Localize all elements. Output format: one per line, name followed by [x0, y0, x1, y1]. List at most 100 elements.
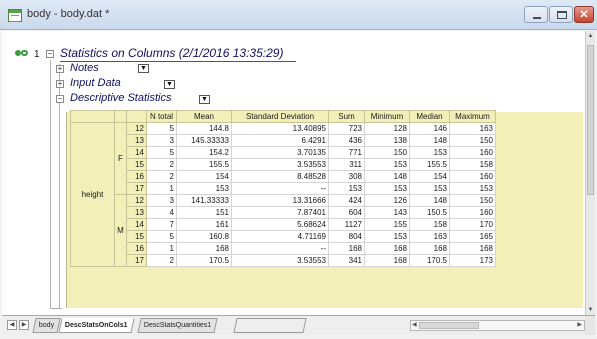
- table-cell[interactable]: 168: [328, 242, 365, 255]
- horizontal-scrollbar[interactable]: ◀ ▶: [410, 320, 585, 331]
- table-cell[interactable]: 160: [449, 146, 496, 159]
- table-cell[interactable]: 148: [409, 134, 450, 147]
- table-cell[interactable]: 160.8: [176, 230, 232, 243]
- sheet-tab-descstatsquantities1[interactable]: DescStatsQuantities1: [137, 318, 218, 333]
- column-header[interactable]: Sum: [328, 110, 365, 123]
- minimize-button[interactable]: [524, 6, 548, 23]
- collapse-box-icon[interactable]: −: [56, 95, 64, 103]
- table-cell[interactable]: 154: [409, 170, 450, 183]
- table-cell[interactable]: 723: [328, 122, 365, 135]
- table-cell[interactable]: 143: [364, 206, 410, 219]
- table-cell[interactable]: 3: [146, 194, 177, 207]
- table-cell[interactable]: 144.8: [176, 122, 232, 135]
- table-cell[interactable]: 141.33333: [176, 194, 232, 207]
- table-cell[interactable]: 3.53553: [231, 254, 329, 267]
- scroll-arrow-icon[interactable]: ▶: [19, 320, 29, 330]
- scroll-left-arrow-icon[interactable]: ◀: [412, 321, 417, 328]
- column-header[interactable]: Maximum: [449, 110, 496, 123]
- sheet-tab-body[interactable]: body: [32, 318, 61, 333]
- table-cell[interactable]: 148: [364, 170, 410, 183]
- table-cell[interactable]: 3: [146, 134, 177, 147]
- table-cell[interactable]: 5: [146, 146, 177, 159]
- table-cell[interactable]: 128: [364, 122, 410, 135]
- table-cell[interactable]: 311: [328, 158, 365, 171]
- notes-node[interactable]: Notes: [70, 62, 99, 74]
- table-cell[interactable]: 3.53553: [231, 158, 329, 171]
- table-cell[interactable]: 170: [449, 218, 496, 231]
- table-cell[interactable]: 7: [146, 218, 177, 231]
- table-cell[interactable]: 153: [409, 182, 450, 195]
- table-cell[interactable]: 138: [364, 134, 410, 147]
- table-cell[interactable]: 168: [364, 254, 410, 267]
- expand-box-icon[interactable]: +: [56, 65, 64, 73]
- table-cell[interactable]: 771: [328, 146, 365, 159]
- table-cell[interactable]: 160: [449, 206, 496, 219]
- scroll-right-arrow-icon[interactable]: ▶: [577, 321, 582, 328]
- dropdown-arrow-icon[interactable]: ▼: [164, 80, 175, 89]
- table-cell[interactable]: 153: [449, 182, 496, 195]
- horizontal-scroll-thumb[interactable]: [419, 322, 479, 329]
- table-cell[interactable]: 126: [364, 194, 410, 207]
- table-cell[interactable]: 13.40895: [231, 122, 329, 135]
- scroll-up-arrow-icon[interactable]: ▲: [586, 31, 595, 41]
- table-cell[interactable]: 153: [364, 230, 410, 243]
- table-cell[interactable]: 13.31666: [231, 194, 329, 207]
- table-cell[interactable]: 3.70135: [231, 146, 329, 159]
- table-cell[interactable]: 158: [409, 218, 450, 231]
- table-cell[interactable]: 7.87401: [231, 206, 329, 219]
- table-cell[interactable]: 5: [146, 230, 177, 243]
- table-cell[interactable]: 168: [409, 242, 450, 255]
- table-cell[interactable]: 153: [328, 182, 365, 195]
- report-title[interactable]: Statistics on Columns (2/1/2016 13:35:29…: [60, 46, 283, 60]
- table-cell[interactable]: 153: [364, 182, 410, 195]
- descriptive-statistics-node[interactable]: Descriptive Statistics: [70, 92, 171, 104]
- vertical-scrollbar[interactable]: ▲ ▼: [585, 31, 595, 315]
- table-cell[interactable]: 2: [146, 170, 177, 183]
- close-button[interactable]: ✕: [574, 6, 594, 23]
- table-cell[interactable]: 163: [409, 230, 450, 243]
- table-cell[interactable]: 170.5: [409, 254, 450, 267]
- table-cell[interactable]: 168: [449, 242, 496, 255]
- table-cell[interactable]: 6.4291: [231, 134, 329, 147]
- table-cell[interactable]: --: [231, 242, 329, 255]
- table-cell[interactable]: 5: [146, 122, 177, 135]
- sheet-tab-descstatsoncols1[interactable]: DescStatsOnCols1: [58, 318, 135, 333]
- table-cell[interactable]: 146: [409, 122, 450, 135]
- collapse-box-icon[interactable]: −: [46, 50, 54, 58]
- table-cell[interactable]: 2: [146, 254, 177, 267]
- table-cell[interactable]: 150.5: [409, 206, 450, 219]
- table-cell[interactable]: 2: [146, 158, 177, 171]
- table-cell[interactable]: 165: [449, 230, 496, 243]
- table-cell[interactable]: 424: [328, 194, 365, 207]
- dropdown-arrow-icon[interactable]: ▼: [199, 95, 210, 104]
- table-cell[interactable]: 155.5: [409, 158, 450, 171]
- vertical-scroll-thumb[interactable]: [587, 45, 594, 195]
- table-cell[interactable]: 604: [328, 206, 365, 219]
- table-cell[interactable]: 148: [409, 194, 450, 207]
- table-cell[interactable]: 155: [364, 218, 410, 231]
- table-cell[interactable]: 154.2: [176, 146, 232, 159]
- table-cell[interactable]: 155.5: [176, 158, 232, 171]
- table-cell[interactable]: 173: [449, 254, 496, 267]
- table-cell[interactable]: 163: [449, 122, 496, 135]
- table-cell[interactable]: 168: [364, 242, 410, 255]
- column-header[interactable]: Median: [409, 110, 450, 123]
- table-cell[interactable]: 150: [449, 134, 496, 147]
- table-cell[interactable]: 1127: [328, 218, 365, 231]
- table-cell[interactable]: 5.68624: [231, 218, 329, 231]
- table-cell[interactable]: 150: [364, 146, 410, 159]
- scroll-arrow-icon[interactable]: ◀: [7, 320, 17, 330]
- scroll-down-arrow-icon[interactable]: ▼: [586, 305, 595, 315]
- column-header[interactable]: Minimum: [364, 110, 410, 123]
- table-cell[interactable]: 341: [328, 254, 365, 267]
- table-cell[interactable]: 1: [146, 242, 177, 255]
- size-grip[interactable]: [585, 316, 595, 335]
- table-cell[interactable]: 153: [364, 158, 410, 171]
- table-cell[interactable]: 160: [449, 170, 496, 183]
- dropdown-arrow-icon[interactable]: ▼: [138, 64, 149, 73]
- input-data-node[interactable]: Input Data: [70, 77, 121, 89]
- table-cell[interactable]: 8.48528: [231, 170, 329, 183]
- table-cell[interactable]: 804: [328, 230, 365, 243]
- table-cell[interactable]: 153: [176, 182, 232, 195]
- expand-box-icon[interactable]: +: [56, 80, 64, 88]
